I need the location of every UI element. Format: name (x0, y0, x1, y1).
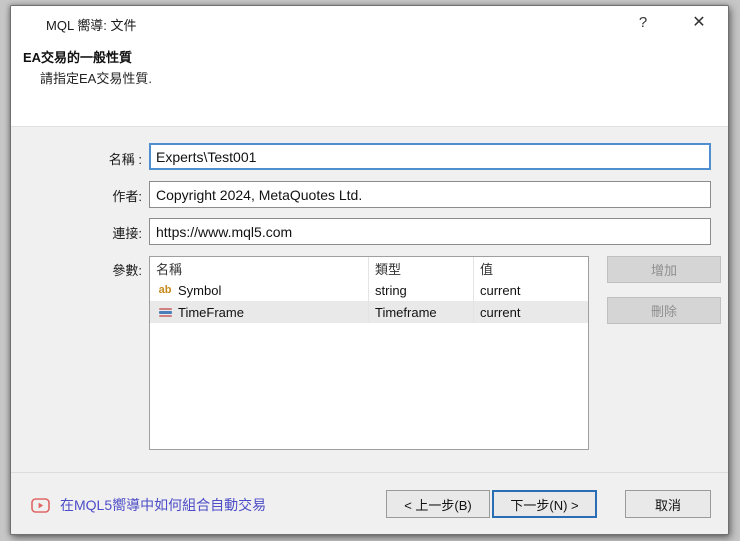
string-type-icon: ab (158, 284, 172, 296)
table-row-timeframe[interactable]: TimeFrame Timeframe current (150, 301, 588, 323)
video-link-text: 在MQL5嚮導中如何組合自動交易 (60, 497, 267, 513)
video-tutorial-link[interactable]: 在MQL5嚮導中如何組合自動交易 (31, 495, 266, 515)
back-button[interactable]: < 上一步(B) (386, 490, 490, 518)
page-subtitle: 請指定EA交易性質. (40, 71, 152, 86)
parameters-label: 參數: (112, 263, 142, 278)
column-header-name[interactable]: 名稱 (150, 257, 368, 279)
dialog-header-section: MQL 嚮導: 文件 ? ✕ EA交易的一般性質 請指定EA交易性質. (11, 6, 728, 127)
author-label: 作者: (112, 189, 142, 204)
cancel-button[interactable]: 取消 (625, 490, 711, 518)
next-button[interactable]: 下一步(N) > (492, 490, 597, 518)
author-input[interactable] (149, 181, 711, 208)
footer: 在MQL5嚮導中如何組合自動交易 < 上一步(B) 下一步(N) > 取消 (11, 472, 728, 534)
param-value: current (473, 279, 588, 301)
mql-wizard-dialog: MQL 嚮導: 文件 ? ✕ EA交易的一般性質 請指定EA交易性質. 名稱 :… (10, 5, 729, 535)
column-header-value[interactable]: 值 (473, 257, 588, 279)
param-value: current (473, 301, 588, 323)
help-button[interactable]: ? (620, 6, 666, 38)
parameters-table[interactable]: 名稱 類型 值 ab Symbol string current TimeFra… (149, 256, 589, 450)
add-parameter-button[interactable]: 增加 (607, 256, 721, 283)
table-row-symbol[interactable]: ab Symbol string current (150, 279, 588, 301)
table-header-row: 名稱 類型 值 (150, 257, 588, 279)
youtube-play-icon (31, 497, 50, 513)
name-label: 名稱 : (108, 152, 142, 167)
timeframe-type-icon (156, 307, 174, 318)
close-button[interactable]: ✕ (676, 6, 722, 38)
page-title: EA交易的一般性質 (23, 50, 133, 65)
delete-parameter-button[interactable]: 刪除 (607, 297, 721, 324)
param-type: Timeframe (368, 301, 473, 323)
param-name: Symbol (178, 282, 222, 298)
link-input[interactable] (149, 218, 711, 245)
name-input[interactable] (149, 143, 711, 170)
column-header-type[interactable]: 類型 (368, 257, 473, 279)
param-name: TimeFrame (178, 304, 244, 320)
titlebar: MQL 嚮導: 文件 ? ✕ (11, 6, 728, 40)
link-label: 連接: (112, 226, 142, 241)
param-type: string (368, 279, 473, 301)
window-title: MQL 嚮導: 文件 (46, 18, 137, 33)
